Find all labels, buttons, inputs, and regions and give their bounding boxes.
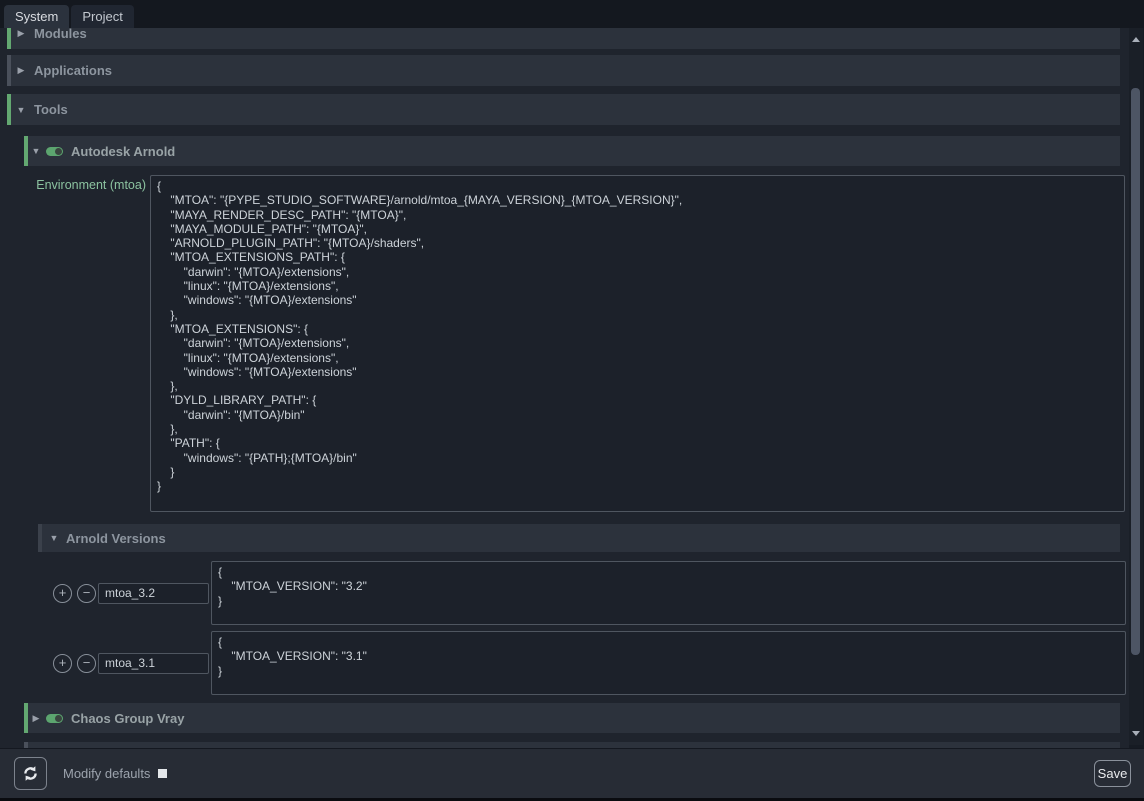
section-title: Modules (34, 28, 87, 41)
version-key-input[interactable] (98, 583, 209, 604)
section-header-autodesk-arnold[interactable]: ▼ Autodesk Arnold (24, 136, 1120, 166)
vertical-scrollbar (1129, 28, 1143, 745)
chevron-down-icon: ▼ (30, 146, 42, 156)
chevron-down-icon: ▼ (48, 533, 60, 543)
section-header-chaos-group-vray[interactable]: ▶ Chaos Group Vray (24, 703, 1120, 733)
settings-scroll-area: ▶ Modules ▶ Applications ▼ Tools ▼ Autod… (0, 28, 1129, 748)
add-item-button[interactable]: + (53, 654, 72, 673)
section-header-modules[interactable]: ▶ Modules (7, 28, 1120, 49)
toggle-knob-icon (55, 148, 62, 155)
toggle-knob-icon (55, 715, 62, 722)
environment-row: Environment (mtoa) { "MTOA": "{PYPE_STUD… (35, 175, 1129, 512)
chevron-down-icon: ▼ (15, 105, 27, 115)
section-title: Chaos Group Vray (71, 711, 184, 726)
section-title: Autodesk Arnold (71, 144, 175, 159)
tab-project[interactable]: Project (71, 5, 133, 28)
section-header-arnold-versions[interactable]: ▼ Arnold Versions (38, 524, 1120, 552)
tab-system[interactable]: System (4, 5, 69, 28)
modify-defaults-label: Modify defaults (63, 766, 150, 781)
version-row: + − { "MTOA_VERSION": "3.1" } (53, 631, 1129, 695)
environment-label: Environment (mtoa) (35, 175, 146, 512)
remove-item-button[interactable]: − (77, 584, 96, 603)
section-title: Tools (34, 102, 68, 117)
add-item-button[interactable]: + (53, 584, 72, 603)
chevron-right-icon: ▶ (15, 65, 27, 76)
section-title: Applications (34, 63, 112, 78)
enabled-toggle[interactable] (46, 147, 63, 156)
modify-defaults-checkbox[interactable] (158, 769, 167, 778)
section-header-tools[interactable]: ▼ Tools (7, 94, 1120, 125)
scroll-up-arrow-icon[interactable] (1132, 37, 1140, 42)
refresh-icon (22, 765, 39, 782)
refresh-button[interactable] (14, 757, 47, 790)
section-title: Arnold Versions (66, 531, 166, 546)
remove-item-button[interactable]: − (77, 654, 96, 673)
footer-bar: Modify defaults Save (0, 748, 1144, 798)
chevron-right-icon: ▶ (15, 28, 27, 39)
enabled-toggle[interactable] (46, 714, 63, 723)
scroll-down-arrow-icon[interactable] (1132, 731, 1140, 736)
scrollbar-thumb[interactable] (1131, 88, 1140, 655)
tab-bar: System Project (0, 0, 1144, 28)
environment-json-field[interactable]: { "MTOA": "{PYPE_STUDIO_SOFTWARE}/arnold… (150, 175, 1125, 512)
settings-window: System Project ▶ Modules ▶ Applications … (0, 0, 1144, 801)
chevron-right-icon: ▶ (30, 713, 42, 724)
version-row: + − { "MTOA_VERSION": "3.2" } (53, 561, 1129, 625)
section-header-applications[interactable]: ▶ Applications (7, 55, 1120, 86)
version-json-field[interactable]: { "MTOA_VERSION": "3.1" } (211, 631, 1126, 695)
version-json-field[interactable]: { "MTOA_VERSION": "3.2" } (211, 561, 1126, 625)
save-button[interactable]: Save (1094, 760, 1131, 787)
version-key-input[interactable] (98, 653, 209, 674)
